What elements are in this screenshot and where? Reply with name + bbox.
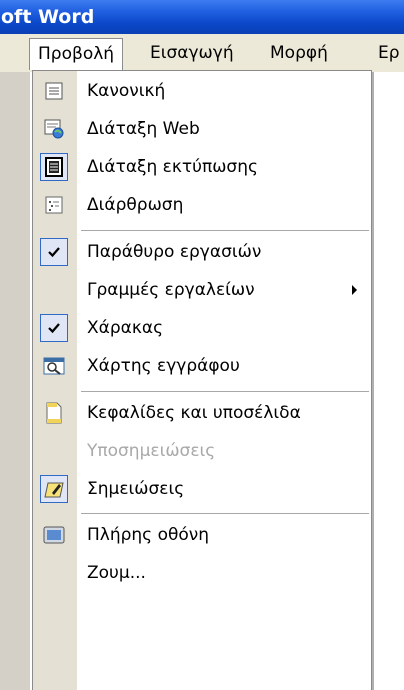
menu-item-ruler[interactable]: Χάρακας (33, 310, 371, 346)
outline-icon (40, 191, 68, 219)
menu-format[interactable]: Μορφή (262, 38, 336, 70)
menu-item-task-pane[interactable]: Παράθυρο εργασιών (33, 234, 371, 270)
menu-item-header-footer[interactable]: Κεφαλίδες και υποσέλιδα (33, 395, 371, 431)
menu-item-document-map[interactable]: Χάρτης εγγράφου (33, 348, 371, 384)
menu-insert[interactable]: Εισαγωγή (142, 38, 242, 70)
window-title: oft Word (1, 6, 95, 28)
print-layout-icon (40, 153, 68, 181)
menu-separator (81, 391, 369, 392)
submenu-arrow-icon (352, 285, 357, 295)
menu-item-print-layout[interactable]: Διάταξη εκτύπωσης (33, 149, 371, 185)
document-area (372, 72, 404, 690)
full-screen-icon (40, 521, 68, 549)
view-menu-dropdown: Κανονική Διάταξη Web Διάταξη εκτύπωσης Δ… (32, 70, 372, 690)
checkmark-icon (40, 314, 68, 342)
menu-item-zoom[interactable]: Ζουμ... (33, 555, 371, 591)
menu-item-web-layout[interactable]: Διάταξη Web (33, 111, 371, 147)
comments-icon (40, 475, 68, 503)
web-layout-icon (40, 115, 68, 143)
menu-item-toolbars[interactable]: Γραμμές εργαλείων (33, 272, 371, 308)
menu-separator (81, 230, 369, 231)
menu-item-full-screen[interactable]: Πλήρης οθόνη (33, 517, 371, 553)
header-footer-icon (40, 399, 68, 427)
title-bar: oft Word (0, 0, 404, 34)
menu-tools[interactable]: Ερ (370, 38, 404, 70)
menu-item-normal[interactable]: Κανονική (33, 73, 371, 109)
menu-view[interactable]: Προβολή (29, 38, 124, 70)
menu-bar: Προβολή Εισαγωγή Μορφή Ερ (0, 34, 404, 72)
checkmark-icon (40, 238, 68, 266)
menu-item-outline[interactable]: Διάρθρωση (33, 187, 371, 223)
menu-item-comments[interactable]: Σημειώσεις (33, 471, 371, 507)
menu-item-footnotes[interactable]: Υποσημειώσεις (33, 433, 371, 469)
menu-separator (81, 513, 369, 514)
document-map-icon (40, 352, 68, 380)
normal-view-icon (40, 77, 68, 105)
document-edge (0, 72, 30, 690)
